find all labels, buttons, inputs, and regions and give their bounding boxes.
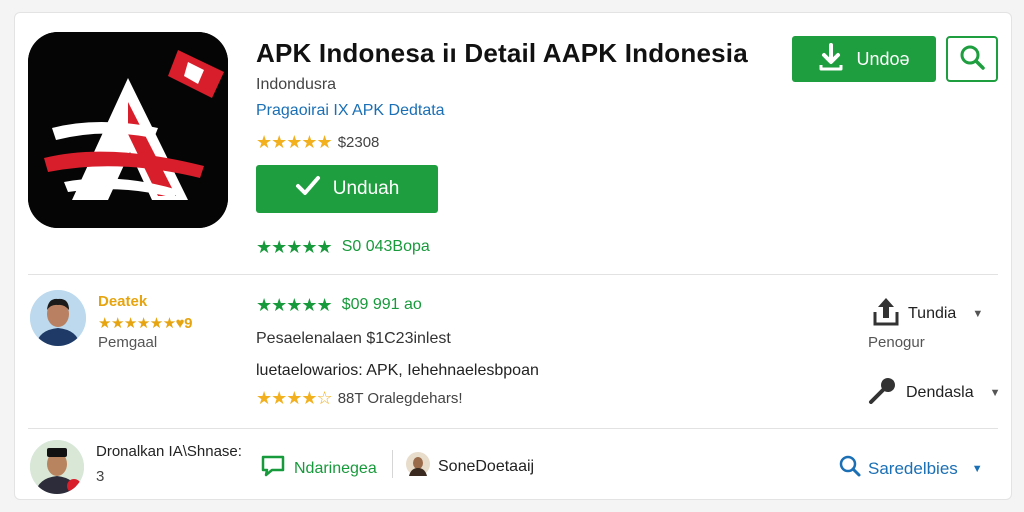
review-secondary-stars: ★★★★☆ — [256, 388, 333, 408]
download-button[interactable]: Unduah — [256, 165, 438, 213]
review-summary: Pesaelenalaen $1C23inlest — [256, 330, 451, 347]
share-action[interactable]: Tundia ▼ — [872, 296, 983, 331]
rating-stars: ★★★★★ — [256, 132, 333, 152]
reviewer-stars: ★★★★★★♥9 — [98, 315, 192, 332]
chevron-down-icon: ▼ — [971, 462, 983, 475]
app-rating: ★★★★★ $2308 — [256, 133, 379, 151]
chip-separator — [392, 450, 393, 478]
bottom-user-name[interactable]: Dronalkan IA\Shnase: — [96, 443, 242, 460]
profile-chip[interactable]: SoneDoetaaij — [406, 452, 534, 481]
reviewer-name[interactable]: Deatek — [98, 293, 147, 310]
share-icon — [872, 296, 900, 331]
comment-chip-label: Ndarinegea — [294, 459, 377, 477]
app-logo-icon — [28, 32, 228, 228]
user-avatar-small-icon — [406, 452, 430, 481]
download-button-label: Unduah — [332, 178, 400, 199]
share-action-label: Tundia — [908, 304, 957, 322]
section-divider — [28, 428, 998, 429]
downloads-stars: ★★★★★ — [256, 237, 333, 257]
share-action-sub: Penogur — [868, 334, 925, 351]
comment-chip[interactable]: Ndarinegea — [260, 454, 377, 483]
developer-name[interactable]: Indondusra — [256, 76, 336, 94]
review-rating: ★★★★★ $09 991 ao — [256, 296, 422, 314]
app-title: APK Indonesa iı Detail AAPK Indonesia — [256, 38, 748, 68]
pin-action-label: Dendasla — [906, 383, 974, 401]
reviewer-avatar[interactable] — [30, 290, 86, 346]
filter-label: Saredelbies — [868, 458, 958, 478]
download-arrow-icon — [818, 42, 844, 76]
header-download-label: Undoə — [856, 48, 910, 69]
review-secondary-rating: ★★★★☆ 88T Oralegdehars! — [256, 389, 463, 407]
review-rating-text: $09 991 ao — [341, 296, 422, 313]
header-download-button[interactable]: Undoə — [792, 36, 936, 82]
chat-bubble-icon — [260, 454, 286, 483]
profile-chip-label: SoneDoetaaij — [438, 457, 535, 475]
search-button[interactable] — [946, 36, 998, 82]
reviewer-role: Pemgaal — [98, 334, 158, 351]
downloads-stat: ★★★★★ S0 043Bopa — [256, 238, 430, 256]
bottom-user-count: 3 — [96, 468, 105, 485]
review-secondary-text: 88T Oralegdehars! — [337, 389, 463, 407]
pin-action[interactable]: Dendasla ▼ — [868, 376, 1001, 409]
downloads-count: S0 043Bopa — [341, 238, 430, 255]
review-stars: ★★★★★ — [256, 295, 333, 315]
search-icon — [838, 454, 862, 483]
section-divider — [28, 274, 998, 275]
search-icon — [958, 43, 986, 76]
rating-count: $2308 — [337, 133, 380, 151]
bottom-user-avatar[interactable] — [30, 440, 84, 494]
category-link[interactable]: Pragaoirai IX APK Dedtata — [256, 102, 445, 120]
pin-icon — [868, 376, 898, 409]
chevron-down-icon: ▼ — [989, 386, 1001, 399]
review-body: luetaelowarios: APK, Iehehnaelesbpoan — [256, 362, 539, 379]
chevron-down-icon: ▼ — [972, 307, 984, 320]
checkmark-icon — [295, 175, 321, 203]
filter-dropdown[interactable]: Saredelbies ▼ — [838, 454, 983, 483]
